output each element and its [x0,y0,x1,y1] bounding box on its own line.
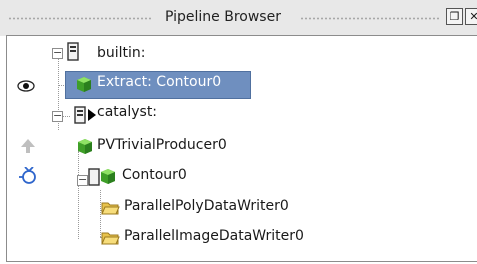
catalyst-server-label[interactable]: catalyst: [97,104,157,120]
extract-contour-label[interactable]: Extract: Contour0 [97,74,221,90]
green-cube-icon [77,77,91,92]
pipeline-browser-titlebar: Pipeline Browser ❐ ✕ [0,0,477,36]
server-icon [67,42,79,61]
builtin-server-label[interactable]: builtin: [97,45,146,61]
catalyst-server-icon [74,106,96,124]
contour-server-icon [88,168,100,186]
float-button[interactable]: ❐ [446,8,463,25]
green-cube-icon [78,139,92,154]
panel-title: Pipeline Browser [165,9,281,25]
titlebar-grip-right[interactable] [300,17,440,20]
catalyst-expander[interactable]: − [52,110,63,122]
pvtrivialproducer-label[interactable]: PVTrivialProducer0 [97,137,227,153]
titlebar-grip-left[interactable] [8,17,153,20]
green-cube-icon [101,169,115,184]
parallel-polydata-writer-label[interactable]: ParallelPolyDataWriter0 [124,198,289,214]
parallel-imagedata-writer-label[interactable]: ParallelImageDataWriter0 [124,228,304,244]
open-folder-icon [101,202,120,215]
builtin-expander[interactable]: − [52,47,63,59]
open-folder-icon [101,232,120,245]
eye-icon[interactable] [17,80,35,96]
contour0-label[interactable]: Contour0 [122,167,187,183]
link-disabled-icon [21,139,35,153]
close-button[interactable]: ✕ [465,8,477,25]
link-icon[interactable] [18,167,40,187]
